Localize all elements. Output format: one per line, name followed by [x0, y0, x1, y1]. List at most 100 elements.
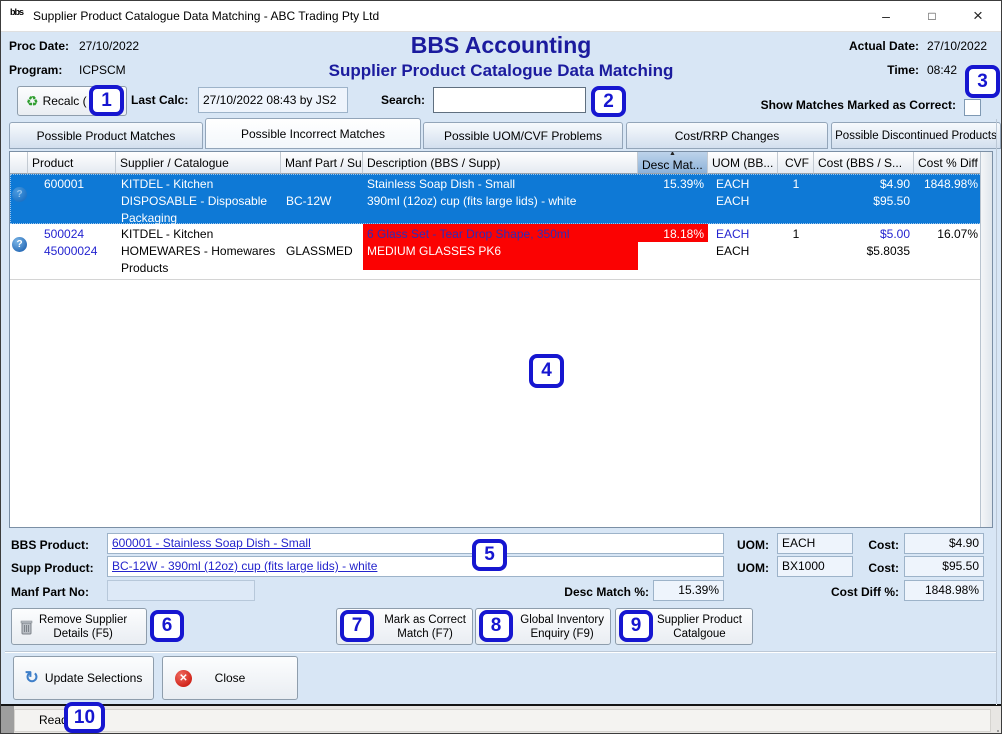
- desc-match-value: 18.18%: [638, 224, 708, 242]
- uom-bbs: EACH: [716, 226, 774, 243]
- help-icon[interactable]: ?: [12, 237, 27, 252]
- tab-possible-uom-cvf-problems[interactable]: Possible UOM/CVF Problems: [423, 122, 623, 149]
- column-header-desc-match[interactable]: ▲ Desc Mat...: [638, 152, 708, 174]
- search-label: Search:: [381, 93, 425, 107]
- supp-product-label: Supp Product:: [11, 561, 94, 575]
- bbs-product-label: BBS Product:: [11, 538, 89, 552]
- proc-date-value: 27/10/2022: [79, 39, 139, 53]
- tab-cost-rrp-changes[interactable]: Cost/RRP Changes: [626, 122, 828, 149]
- column-header-manf-part[interactable]: Manf Part / Sup...: [281, 152, 363, 174]
- tab-label: Possible UOM/CVF Problems: [444, 129, 602, 143]
- annotation-marker-5: 5: [472, 539, 507, 571]
- tab-label: Possible Incorrect Matches: [241, 127, 385, 141]
- uom-bbs-label: UOM:: [733, 538, 769, 552]
- actual-date-label: Actual Date:: [789, 39, 919, 53]
- close-window-button[interactable]: ×: [955, 1, 1001, 31]
- window-title: Supplier Product Catalogue Data Matching…: [33, 9, 379, 23]
- column-header-description[interactable]: Description (BBS / Supp): [363, 152, 638, 174]
- annotation-marker-9: 9: [619, 610, 653, 642]
- column-header-icon[interactable]: [10, 152, 28, 174]
- app-window: bbs Supplier Product Catalogue Data Matc…: [0, 0, 1002, 734]
- resize-grip[interactable]: [997, 730, 999, 732]
- matches-table: Product Supplier / Catalogue Manf Part /…: [9, 151, 993, 528]
- manf-part-no-label: Manf Part No:: [11, 585, 89, 599]
- time-label: Time:: [789, 63, 919, 77]
- update-selections-button[interactable]: ↻ Update Selections: [13, 656, 154, 700]
- button-label-line2: Enquiry (F9): [530, 628, 593, 640]
- manf-part: BC-12W: [286, 193, 359, 210]
- tab-possible-discontinued-products[interactable]: Possible Discontinued Products: [831, 122, 1001, 149]
- cost-diff-pct-label: Cost Diff %:: [793, 585, 899, 599]
- button-label-line2: Catalgoue: [673, 628, 725, 640]
- supplier-bbs: KITDEL - Kitchen: [121, 226, 277, 243]
- product-code-supp: 45000024: [44, 243, 112, 260]
- annotation-marker-2: 2: [591, 86, 626, 117]
- proc-date-label: Proc Date:: [9, 39, 69, 53]
- cost-supp-value: $95.50: [904, 556, 984, 577]
- column-header-uom[interactable]: UOM (BB...: [708, 152, 778, 174]
- desc-match-pct-label: Desc Match %:: [506, 585, 649, 599]
- statusbar-grip-block: [1, 706, 14, 734]
- desc-match-value: 15.39%: [638, 174, 708, 224]
- description-supp: 390ml (12oz) cup (fits large lids) - whi…: [367, 193, 634, 210]
- bbs-product-link[interactable]: 600001 - Stainless Soap Dish - Small: [112, 536, 311, 550]
- cost-supp: $95.50: [818, 193, 910, 210]
- tab-label: Cost/RRP Changes: [675, 129, 780, 143]
- table-row[interactable]: ? 600001 KITDEL - Kitchen DISPOSABLE - D…: [10, 174, 982, 224]
- supp-product-link[interactable]: BC-12W - 390ml (12oz) cup (fits large li…: [112, 559, 377, 573]
- product-code-bbs: 500024: [44, 226, 112, 243]
- uom-bbs-field[interactable]: EACH: [777, 533, 853, 554]
- supp-product-field: BC-12W - 390ml (12oz) cup (fits large li…: [107, 556, 724, 577]
- uom-bbs: EACH: [716, 176, 774, 193]
- button-label-line1: Mark as Correct: [384, 614, 466, 626]
- column-header-cost[interactable]: Cost (BBS / S...: [814, 152, 914, 174]
- cost-bbs: $4.90: [818, 176, 910, 193]
- program-label: Program:: [9, 63, 62, 77]
- annotation-marker-8: 8: [479, 610, 513, 642]
- uom-supp: EACH: [716, 243, 774, 260]
- manf-part-no-input[interactable]: [107, 580, 255, 601]
- column-header-cvf[interactable]: CVF: [778, 152, 814, 174]
- help-icon[interactable]: ?: [12, 187, 27, 202]
- annotation-marker-4: 4: [529, 354, 564, 388]
- tab-possible-incorrect-matches[interactable]: Possible Incorrect Matches: [205, 118, 421, 149]
- program-value: ICPSCM: [79, 63, 126, 77]
- close-circle-icon: ✕: [175, 670, 192, 687]
- tab-label: Possible Discontinued Products: [835, 130, 997, 142]
- cost-supp: $5.8035: [818, 243, 910, 260]
- cost-diff-value: 16.07%: [914, 224, 982, 279]
- maximize-button[interactable]: □: [909, 1, 955, 31]
- close-button[interactable]: ✕ Close: [162, 656, 298, 700]
- description-supp: MEDIUM GLASSES PK6: [367, 243, 634, 260]
- cvf-value: 1: [778, 224, 814, 279]
- app-title: BBS Accounting: [301, 32, 701, 59]
- uom-supp-field[interactable]: BX1000: [777, 556, 853, 577]
- description-alert-highlight: 6 Glass Set - Tear Drop Shape, 350ml MED…: [363, 224, 638, 270]
- button-label-line2: Match (F7): [397, 628, 453, 640]
- cost-diff-value: 1848.98%: [914, 174, 982, 224]
- minimize-button[interactable]: –: [863, 1, 909, 31]
- button-label-line1: Supplier Product: [657, 614, 742, 626]
- supplier-catalogue: DISPOSABLE - Disposable Packaging: [121, 193, 277, 224]
- cost-diff-pct-value: 1848.98%: [904, 580, 984, 601]
- column-header-product[interactable]: Product: [28, 152, 116, 174]
- cost-bbs-label: Cost:: [857, 538, 899, 552]
- description-bbs: 6 Glass Set - Tear Drop Shape, 350ml: [367, 226, 634, 243]
- cost-bbs: $5.00: [818, 226, 910, 243]
- remove-supplier-details-button[interactable]: Remove Supplier Details (F5): [11, 608, 147, 645]
- annotation-marker-6: 6: [150, 610, 184, 642]
- screen-title: Supplier Product Catalogue Data Matching: [251, 61, 751, 81]
- column-header-supplier[interactable]: Supplier / Catalogue: [116, 152, 281, 174]
- annotation-marker-7: 7: [340, 610, 374, 642]
- table-row[interactable]: ? 500024 45000024 KITDEL - Kitchen HOMEW…: [10, 224, 982, 280]
- description-bbs: Stainless Soap Dish - Small: [367, 176, 634, 193]
- search-input[interactable]: [433, 87, 586, 113]
- cvf-value: 1: [778, 174, 814, 224]
- column-header-label: Desc Mat...: [642, 158, 703, 172]
- button-label-line1: Global Inventory: [520, 614, 604, 626]
- column-header-cost-diff[interactable]: Cost % Diff: [914, 152, 982, 174]
- show-matches-checkbox[interactable]: [964, 99, 981, 116]
- vertical-scrollbar[interactable]: [980, 152, 992, 527]
- tab-possible-product-matches[interactable]: Possible Product Matches: [9, 122, 203, 149]
- desc-match-pct-value: 15.39%: [653, 580, 724, 601]
